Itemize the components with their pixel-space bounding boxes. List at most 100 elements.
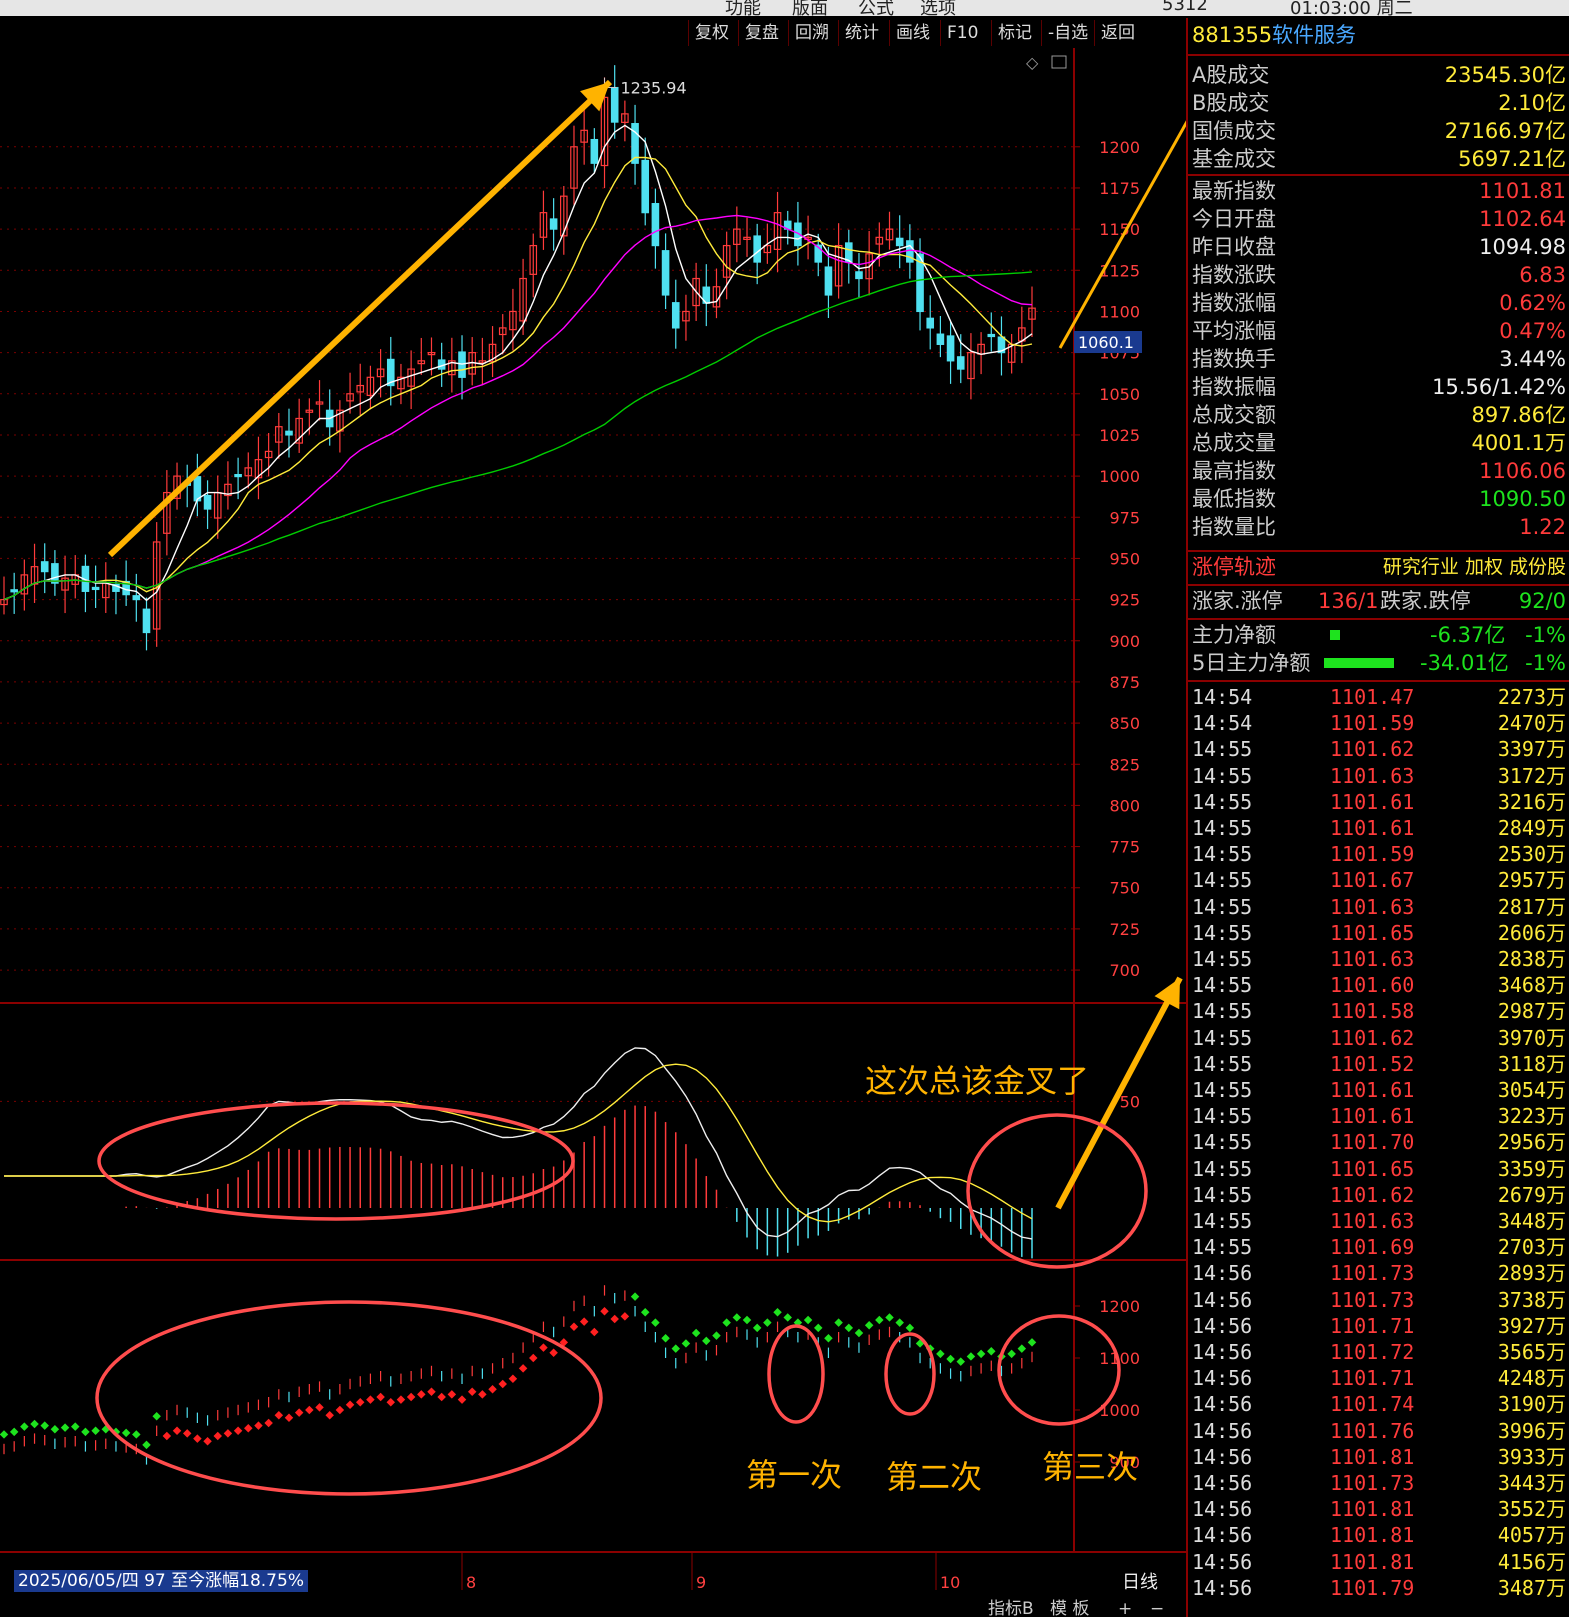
tick-time: 14:55 (1192, 1051, 1253, 1076)
sar-dot (1027, 1338, 1037, 1347)
tick-time: 14:55 (1192, 1156, 1253, 1181)
y-tick-label: 1050 (1099, 385, 1140, 404)
y-tick-label: 800 (1109, 796, 1140, 815)
sar-dot (518, 1364, 528, 1373)
sar-dot (763, 1318, 772, 1327)
tick-price: 1101.60 (1330, 973, 1415, 998)
tick-volume: 2470万 (1497, 711, 1566, 736)
sar-dot (661, 1333, 670, 1343)
index-info-value: 0.47% (1499, 319, 1566, 343)
zoom-out-button[interactable]: − (1150, 1599, 1164, 1617)
y-tick-label: 1200 (1099, 1297, 1140, 1316)
summary-value: 5697.21亿 (1458, 147, 1566, 171)
sar-dot (447, 1390, 457, 1399)
tick-volume: 3970万 (1497, 1025, 1566, 1050)
sar-dot (467, 1387, 477, 1397)
market-summary-row: A股成交 23545.30亿 (1192, 62, 1566, 89)
sar-dot (81, 1427, 90, 1437)
tick-volume: 2817万 (1497, 894, 1566, 919)
tick-volume: 4057万 (1497, 1523, 1566, 1548)
golden-cross-annotation: 这次总该金叉了 (865, 1062, 1089, 1100)
index-info-value: 1102.64 (1479, 207, 1566, 231)
kline-chart-area[interactable]: 7007257507758008258508759009259509751000… (0, 0, 1186, 1617)
sar-dot (325, 1410, 334, 1420)
sar-dot (844, 1323, 854, 1333)
tick-price: 1101.61 (1330, 1078, 1415, 1102)
y-tick-label: 925 (1109, 591, 1140, 610)
tick-row: 14:54 1101.59 2470万 (1192, 710, 1566, 737)
sar-dot (569, 1322, 579, 1332)
tick-row: 14:54 1101.47 2273万 (1192, 684, 1566, 711)
tick-row: 14:56 1101.79 3487万 (1192, 1575, 1566, 1602)
tick-time: 14:56 (1192, 1392, 1253, 1417)
tick-volume: 3933万 (1497, 1444, 1566, 1469)
tick-price: 1101.74 (1330, 1392, 1415, 1417)
tick-price: 1101.58 (1330, 999, 1415, 1024)
sar-dot (854, 1328, 864, 1338)
sar-dot (691, 1328, 701, 1338)
sar-dot (406, 1392, 416, 1402)
sar-dot (284, 1413, 294, 1423)
sar-dot (732, 1313, 742, 1322)
index-info-label: 最新指数 (1192, 179, 1276, 203)
sar-dot (172, 1426, 182, 1436)
sar-dot (40, 1421, 49, 1430)
limit-up-track-title[interactable]: 涨停轨迹 (1192, 554, 1276, 581)
tick-price: 1101.63 (1330, 763, 1415, 788)
summary-label: B股成交 (1192, 91, 1270, 115)
up-count-label: 涨家.涨停 (1192, 589, 1283, 613)
sar-dot (355, 1397, 365, 1407)
tick-time: 14:56 (1192, 1287, 1253, 1312)
down-count-value: 92/0 (1518, 589, 1566, 613)
tick-price: 1101.47 (1330, 685, 1415, 709)
sar-dot (213, 1431, 222, 1441)
index-info-label: 指数涨跌 (1192, 263, 1276, 287)
tick-row: 14:56 1101.81 3933万 (1192, 1444, 1566, 1471)
industry-links[interactable]: 研究行业 加权 成份股 (1383, 554, 1566, 581)
sar-dot (9, 1427, 19, 1437)
tick-price: 1101.67 (1330, 868, 1415, 893)
tick-row: 14:55 1101.63 3448万 (1192, 1208, 1566, 1235)
y-tick-label: 825 (1109, 755, 1140, 774)
tick-row: 14:55 1101.61 2849万 (1192, 815, 1566, 842)
sar-dot (345, 1400, 355, 1410)
sar-dot (386, 1397, 396, 1407)
template-button[interactable]: 模 板 (1050, 1599, 1089, 1617)
tick-volume: 3927万 (1497, 1313, 1566, 1338)
tick-time: 14:56 (1192, 1261, 1253, 1286)
tick-volume: 2838万 (1497, 947, 1566, 971)
candle-body (40, 561, 49, 573)
candle-body (91, 586, 100, 591)
tick-volume: 3468万 (1497, 973, 1566, 998)
current-price-label: 1060.1 (1078, 333, 1134, 352)
candle-body (753, 235, 761, 263)
third-annotation: 第三次 (1042, 1448, 1138, 1486)
sar-dot (376, 1392, 385, 1402)
index-info-row: 昨日收盘 1094.98 (1192, 234, 1566, 261)
tick-price: 1101.62 (1330, 737, 1415, 762)
sar-dot (457, 1395, 467, 1404)
tick-volume: 4156万 (1497, 1549, 1566, 1574)
index-info-label: 总成交量 (1192, 431, 1276, 455)
tick-volume: 3552万 (1497, 1497, 1566, 1522)
tick-volume: 2987万 (1497, 999, 1566, 1024)
index-info-label: 指数换手 (1192, 347, 1276, 371)
sar-dot (875, 1315, 884, 1325)
tick-row: 14:55 1101.65 2606万 (1192, 920, 1566, 947)
y-tick-label: 1200 (1099, 138, 1140, 157)
index-info-value: 1094.98 (1479, 235, 1566, 259)
tick-volume: 3397万 (1497, 737, 1566, 762)
zoom-in-button[interactable]: + (1118, 1599, 1132, 1617)
y-tick-label: 1025 (1099, 426, 1140, 445)
tick-row: 14:55 1101.61 3223万 (1192, 1103, 1566, 1130)
tick-time: 14:55 (1192, 789, 1253, 814)
tick-time: 14:56 (1192, 1444, 1253, 1469)
candle-body (855, 271, 863, 280)
tick-volume: 2273万 (1497, 685, 1566, 709)
index-info-label: 最低指数 (1192, 487, 1276, 511)
sar-dot (610, 1314, 619, 1324)
index-info-value: 897.86亿 (1471, 403, 1566, 427)
tick-volume: 3565万 (1497, 1340, 1566, 1364)
index-info-row: 今日开盘 1102.64 (1192, 206, 1566, 233)
indicator-b-button[interactable]: 指标B (988, 1599, 1034, 1617)
